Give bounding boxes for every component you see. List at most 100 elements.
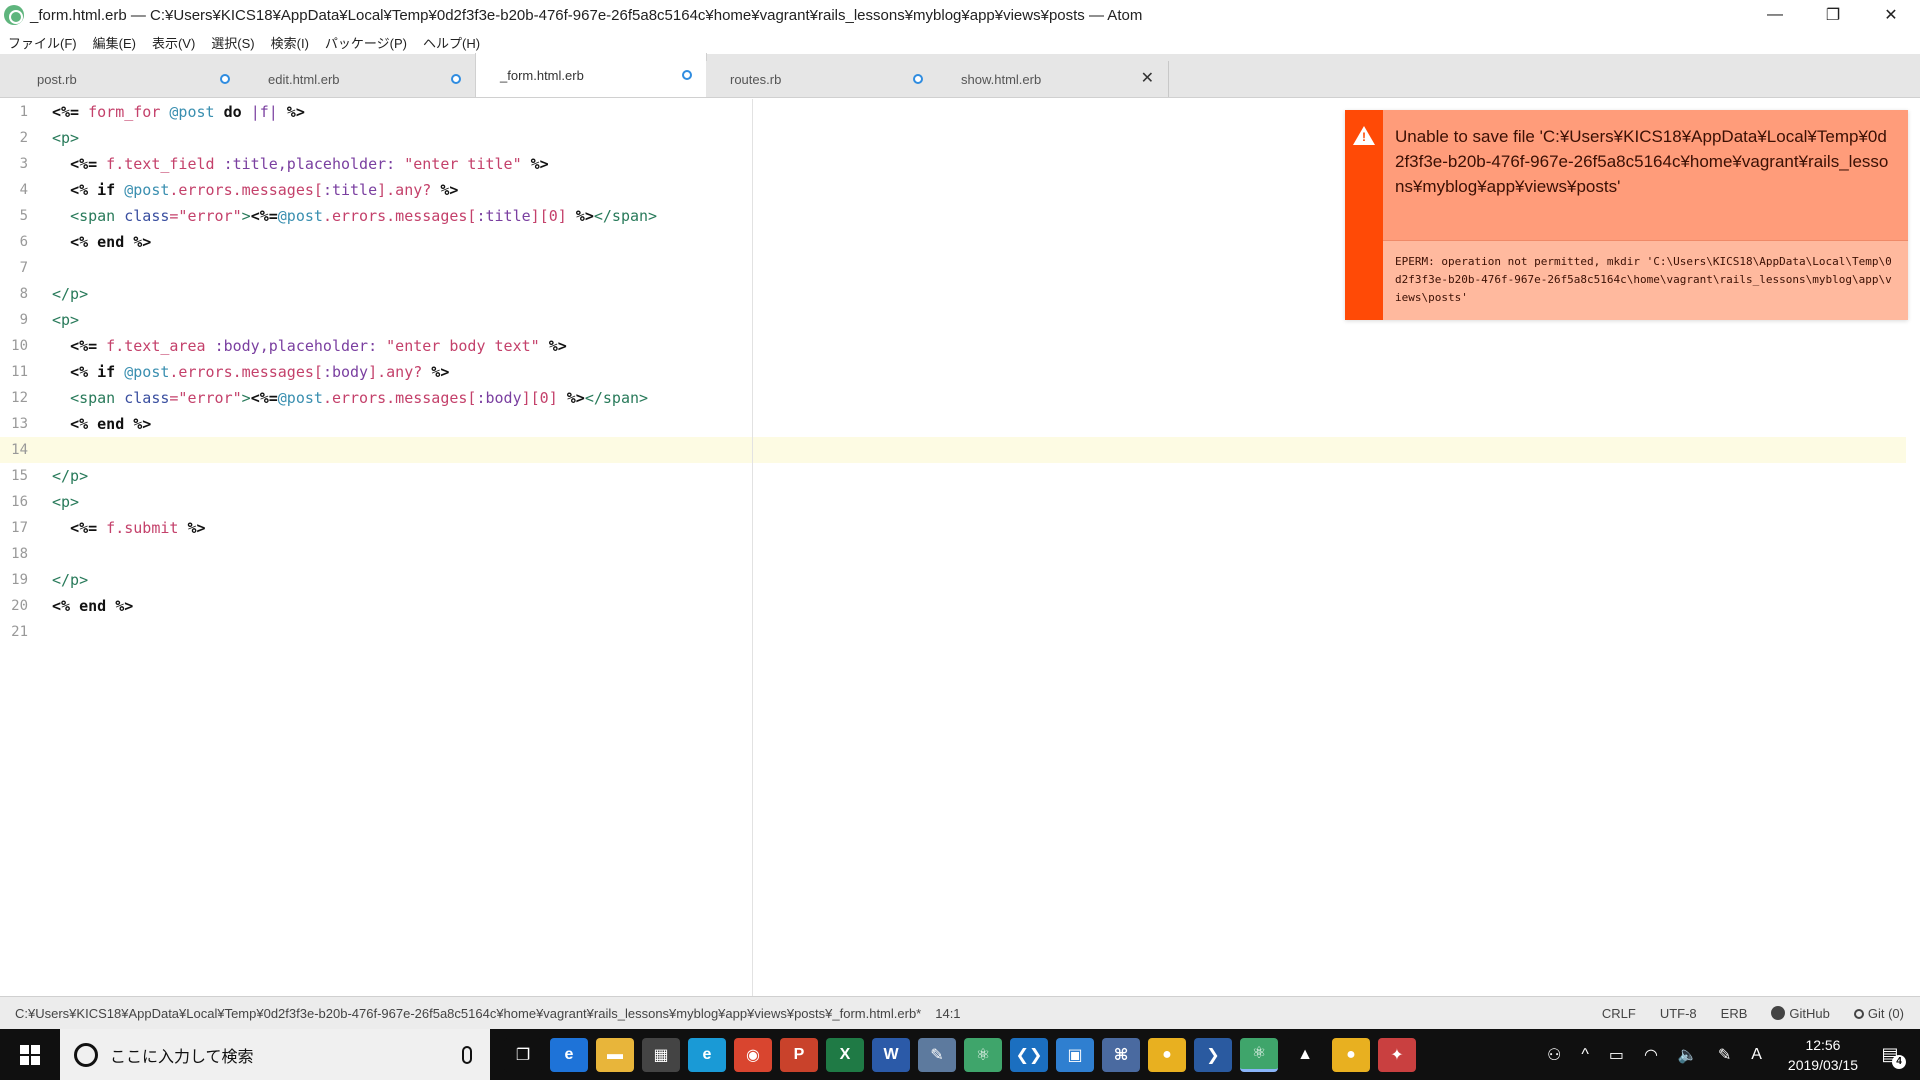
menu-view[interactable]: 表示(V): [152, 33, 195, 52]
menu-packages[interactable]: パッケージ(P): [325, 33, 407, 52]
code-line: <% if @post.errors.messages[:body].any? …: [52, 359, 1912, 385]
duck-icon[interactable]: ●: [1148, 1037, 1186, 1072]
modified-dot-icon[interactable]: [220, 74, 230, 84]
tab-routes-rb[interactable]: routes.rb: [706, 61, 938, 97]
battery-icon[interactable]: ▭: [1609, 1045, 1624, 1065]
line-number: 14: [11, 442, 28, 458]
notification-detail: EPERM: operation not permitted, mkdir 'C…: [1383, 240, 1908, 320]
store-icon[interactable]: ▦: [642, 1037, 680, 1072]
code-token: if: [88, 181, 125, 199]
code-token: :title: [322, 181, 378, 199]
tab-label: edit.html.erb: [268, 71, 340, 87]
tab-show-html-erb[interactable]: show.html.erb ✕: [937, 61, 1169, 97]
menu-help[interactable]: ヘルプ(H): [423, 33, 480, 52]
menu-edit[interactable]: 編集(E): [93, 33, 136, 52]
modified-dot-icon[interactable]: [913, 74, 923, 84]
code-token: "enter title": [395, 155, 522, 173]
code-token: ].any?: [377, 181, 432, 199]
tab-post-rb[interactable]: post.rb: [13, 61, 245, 97]
close-window-button[interactable]: ✕: [1862, 0, 1920, 30]
menu-bar: ファイル(F) 編集(E) 表示(V) 選択(S) 検索(I) パッケージ(P)…: [0, 30, 1920, 54]
code-line: <span class="error"><%=@post.errors.mess…: [52, 385, 1912, 411]
status-cursor-position[interactable]: 14:1: [935, 1006, 960, 1021]
pen-icon[interactable]: ✎: [1718, 1045, 1731, 1065]
menu-find[interactable]: 検索(I): [271, 33, 309, 52]
taskbar-search[interactable]: ここに入力して検索: [60, 1029, 490, 1080]
modified-dot-icon[interactable]: [682, 70, 692, 80]
tab-label: post.rb: [37, 71, 77, 87]
warning-glyph: !: [1362, 130, 1366, 144]
powershell-icon[interactable]: ❯: [1194, 1037, 1232, 1072]
minimize-button[interactable]: —: [1746, 0, 1804, 30]
word-icon[interactable]: W: [872, 1037, 910, 1072]
code-token: "enter body text": [377, 337, 540, 355]
excel-icon[interactable]: X: [826, 1037, 864, 1072]
tab-bar: post.rb edit.html.erb _form.html.erb rou…: [0, 53, 1920, 98]
ime-indicator[interactable]: A: [1751, 1046, 1762, 1064]
file-explorer-icon[interactable]: ▬: [596, 1037, 634, 1072]
pinned-apps: ❐ e ▬ ▦ e ◉ P X W ✎ ⚛ ❮❯ ▣ ⌘ ● ❯ ⚛ ▲ ● ✦: [500, 1037, 1420, 1072]
duck2-icon[interactable]: ●: [1332, 1037, 1370, 1072]
status-git[interactable]: Git (0): [1853, 1006, 1904, 1021]
edge-icon[interactable]: e: [550, 1037, 588, 1072]
notepad-icon[interactable]: ✎: [918, 1037, 956, 1072]
bird-icon[interactable]: ✦: [1378, 1037, 1416, 1072]
status-line-ending[interactable]: CRLF: [1602, 1006, 1636, 1021]
search-placeholder: ここに入力して検索: [110, 1048, 254, 1066]
network-icon[interactable]: ⌘: [1102, 1037, 1140, 1072]
wifi-icon[interactable]: ◠: [1644, 1045, 1658, 1065]
chevron-up-icon[interactable]: ^: [1581, 1046, 1589, 1064]
warning-icon: !: [1353, 126, 1375, 145]
action-center-button[interactable]: ▤ 4: [1874, 1039, 1906, 1071]
status-bar: C:¥Users¥KICS18¥AppData¥Local¥Temp¥0d2f3…: [0, 996, 1920, 1029]
code-line: <%= f.text_area :body,placeholder: "ente…: [52, 333, 1912, 359]
atom-app-icon[interactable]: ⚛: [964, 1037, 1002, 1072]
status-file-path[interactable]: C:¥Users¥KICS18¥AppData¥Local¥Temp¥0d2f3…: [15, 1006, 921, 1021]
status-grammar[interactable]: ERB: [1721, 1006, 1748, 1021]
menu-selection[interactable]: 選択(S): [211, 33, 254, 52]
photos-icon[interactable]: ▲: [1286, 1037, 1324, 1072]
code-token: @post: [169, 103, 215, 121]
code-token: <%: [70, 415, 89, 433]
vscode-icon[interactable]: ❮❯: [1010, 1037, 1048, 1072]
atom-logo-icon: [4, 5, 24, 25]
modified-dot-icon[interactable]: [451, 74, 461, 84]
powerpoint-icon[interactable]: P: [780, 1037, 818, 1072]
chrome-icon[interactable]: ◉: [734, 1037, 772, 1072]
status-github[interactable]: GitHub: [1771, 1006, 1830, 1021]
tab-form-html-erb[interactable]: _form.html.erb: [475, 53, 707, 97]
volume-icon[interactable]: 🔈: [1678, 1045, 1698, 1065]
microphone-icon[interactable]: [462, 1045, 472, 1064]
tab-edit-html-erb[interactable]: edit.html.erb: [244, 61, 476, 97]
restore-button[interactable]: ❐: [1804, 0, 1862, 30]
code-token: .errors.messages[: [169, 181, 323, 199]
task-view-icon[interactable]: ❐: [504, 1037, 542, 1072]
line-number: 11: [11, 364, 28, 380]
code-token: <%: [70, 363, 89, 381]
app-box-icon[interactable]: ▣: [1056, 1037, 1094, 1072]
status-encoding[interactable]: UTF-8: [1660, 1006, 1697, 1021]
clock[interactable]: 12:56 2019/03/15: [1788, 1035, 1858, 1075]
code-line: <p>: [52, 489, 1912, 515]
atom-active-icon[interactable]: ⚛: [1240, 1037, 1278, 1072]
menu-file[interactable]: ファイル(F): [8, 33, 77, 52]
code-token: @post: [277, 389, 323, 407]
code-token: %>: [557, 389, 585, 407]
line-number: 4: [19, 182, 28, 198]
people-icon[interactable]: ⚇: [1547, 1045, 1561, 1065]
code-token: <%=: [250, 389, 278, 407]
code-token: %>: [566, 207, 594, 225]
code-token: </p>: [52, 285, 89, 303]
close-icon[interactable]: ✕: [1141, 71, 1154, 87]
ie-icon[interactable]: e: [688, 1037, 726, 1072]
start-button[interactable]: [0, 1029, 60, 1080]
code-token: <%=: [70, 519, 98, 537]
error-notification[interactable]: ! Unable to save file 'C:¥Users¥KICS18¥A…: [1345, 110, 1908, 320]
line-number: 3: [19, 156, 28, 172]
tab-label: _form.html.erb: [500, 67, 584, 83]
editor-pane[interactable]: 1 2 3 4 5 6 7 8 9 10 11 12 13 14 15 16 1…: [0, 99, 1920, 996]
code-token: </p>: [52, 467, 89, 485]
code-token: .errors.messages[: [322, 389, 477, 407]
code-token: :title,placeholder:: [223, 155, 396, 173]
code-line: </p>: [52, 567, 1912, 593]
